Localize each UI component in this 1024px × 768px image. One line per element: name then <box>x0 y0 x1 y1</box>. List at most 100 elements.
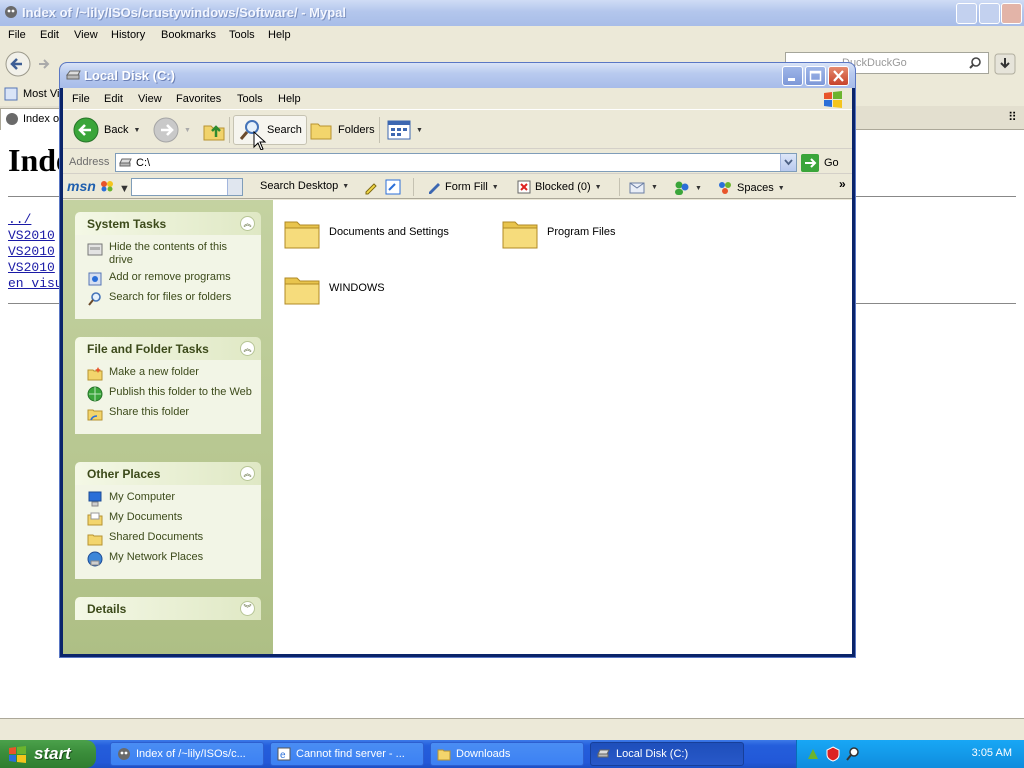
collapse-chevron-up-icon[interactable]: ︽ <box>240 466 255 481</box>
menu-view[interactable]: View <box>138 93 162 105</box>
forward-button[interactable]: ▼ <box>149 115 195 145</box>
taskbar-button-downloads[interactable]: Downloads <box>430 742 584 766</box>
bookmark-most-visited[interactable]: Most Vis <box>23 88 65 100</box>
place-my-documents[interactable]: My Documents <box>87 511 253 527</box>
task-make-new-folder[interactable]: Make a new folder <box>87 366 253 382</box>
collapse-chevron-up-icon[interactable]: ︽ <box>240 341 255 356</box>
internet-explorer-icon: e <box>277 747 291 761</box>
blocked-dropdown-icon[interactable]: ▼ <box>595 184 602 191</box>
explorer-minimize-button[interactable] <box>782 66 803 86</box>
browser-minimize-button[interactable] <box>956 3 977 24</box>
security-tray-icon[interactable] <box>825 746 841 762</box>
browser-close-button[interactable] <box>1001 3 1022 24</box>
browser-menu-help[interactable]: Help <box>268 29 291 41</box>
explorer-toolbar: Back ▼ ▼ Search Folders ▼ <box>63 111 852 151</box>
browser-titlebar[interactable]: Index of /~lily/ISOs/crustywindows/Softw… <box>0 0 1024 26</box>
browser-menu-history[interactable]: History <box>111 29 145 41</box>
browser-menu-view[interactable]: View <box>74 29 98 41</box>
menu-file[interactable]: File <box>72 93 90 105</box>
forward-dropdown-icon[interactable]: ▼ <box>184 127 191 134</box>
views-button[interactable]: ▼ <box>383 115 427 145</box>
panel-header[interactable]: System Tasks ︽ <box>75 212 261 235</box>
browser-maximize-button[interactable] <box>979 3 1000 24</box>
panel-header[interactable]: Other Places ︽ <box>75 462 261 485</box>
views-dropdown-icon[interactable]: ▼ <box>416 127 423 134</box>
task-hide-drive-contents[interactable]: Hide the contents of this drive <box>87 241 253 267</box>
folder-item[interactable]: Program Files <box>501 214 615 250</box>
browser-back-icon[interactable] <box>4 50 32 78</box>
place-shared-documents[interactable]: Shared Documents <box>87 531 253 547</box>
messenger-button[interactable]: ▼ <box>673 180 702 196</box>
task-add-remove-programs[interactable]: Add or remove programs <box>87 271 253 287</box>
explorer-close-button[interactable] <box>828 66 849 86</box>
back-dropdown-icon[interactable]: ▼ <box>133 127 140 134</box>
panel-header[interactable]: Details ︾ <box>75 597 261 620</box>
mail-dropdown-icon[interactable]: ▼ <box>651 184 658 191</box>
msn-search-input[interactable] <box>131 178 243 196</box>
browser-downloads-icon[interactable] <box>994 53 1016 75</box>
panel-header[interactable]: File and Folder Tasks ︽ <box>75 337 261 360</box>
place-label: My Documents <box>109 511 183 523</box>
tab-list-icon[interactable]: ⠿ <box>1008 110 1017 124</box>
highlight-icon[interactable] <box>363 179 379 195</box>
search-desktop-button[interactable]: Search Desktop ▼ <box>260 180 349 192</box>
task-share-folder[interactable]: Share this folder <box>87 406 253 422</box>
address-input[interactable]: C:\ <box>115 153 797 172</box>
folder-icon <box>284 221 320 249</box>
form-fill-dropdown-icon[interactable]: ▼ <box>492 184 499 191</box>
back-button[interactable]: Back ▼ <box>69 115 144 145</box>
clock[interactable]: 3:05 AM <box>972 747 1012 759</box>
menu-favorites[interactable]: Favorites <box>176 93 221 105</box>
folder-item[interactable]: WINDOWS <box>283 270 385 306</box>
collapse-chevron-up-icon[interactable]: ︽ <box>240 216 255 231</box>
go-button[interactable]: Go <box>801 153 839 172</box>
toolbar-separator <box>379 117 380 143</box>
place-my-network-places[interactable]: My Network Places <box>87 551 253 567</box>
search-tray-icon[interactable] <box>845 746 861 762</box>
place-my-computer[interactable]: My Computer <box>87 491 253 507</box>
mail-button[interactable]: ▼ <box>629 180 658 194</box>
expand-chevron-down-icon[interactable]: ︾ <box>240 601 255 616</box>
explorer-titlebar[interactable]: Local Disk (C:) <box>60 63 855 88</box>
dir-link[interactable]: en_visu <box>8 276 63 291</box>
browser-menu-tools[interactable]: Tools <box>229 29 255 41</box>
browser-menu-edit[interactable]: Edit <box>40 29 59 41</box>
folder-item[interactable]: Documents and Settings <box>283 214 449 250</box>
taskbar-button-local-disk[interactable]: Local Disk (C:) <box>590 742 744 766</box>
msn-logo[interactable]: msn <box>67 178 114 194</box>
up-folder-button[interactable] <box>197 115 231 145</box>
search-button[interactable]: Search <box>233 115 307 145</box>
browser-forward-icon[interactable] <box>36 56 52 72</box>
browser-tab[interactable]: Index o <box>0 108 64 130</box>
browser-menu-bookmarks[interactable]: Bookmarks <box>161 29 216 41</box>
menu-help[interactable]: Help <box>278 93 301 105</box>
task-publish-to-web[interactable]: Publish this folder to the Web <box>87 386 253 402</box>
task-search-files[interactable]: Search for files or folders <box>87 291 253 307</box>
spaces-button[interactable]: Spaces ▼ <box>717 180 785 196</box>
msn-dropdown-icon[interactable]: ▼ <box>119 183 130 195</box>
address-dropdown-button[interactable] <box>780 154 796 171</box>
edit-note-icon[interactable] <box>385 179 401 195</box>
drive-icon <box>66 70 81 80</box>
form-fill-button[interactable]: Form Fill ▼ <box>427 180 499 194</box>
search-desktop-dropdown-icon[interactable]: ▼ <box>342 183 349 190</box>
start-button[interactable]: start <box>0 740 96 768</box>
msn-search-dropdown[interactable] <box>227 179 242 195</box>
dir-link[interactable]: VS2010 <box>8 260 55 275</box>
dir-link[interactable]: VS2010 <box>8 228 55 243</box>
taskbar-button-ie[interactable]: e Cannot find server - ... <box>270 742 424 766</box>
dir-link-parent[interactable]: ../ <box>8 212 31 227</box>
browser-menu-file[interactable]: File <box>8 29 26 41</box>
folders-button[interactable]: Folders <box>305 115 379 145</box>
spaces-dropdown-icon[interactable]: ▼ <box>778 185 785 192</box>
explorer-maximize-button[interactable] <box>805 66 826 86</box>
menu-tools[interactable]: Tools <box>237 93 263 105</box>
network-tray-icon[interactable] <box>805 746 821 762</box>
menu-edit[interactable]: Edit <box>104 93 123 105</box>
browser-search-icon[interactable] <box>968 56 982 70</box>
messenger-dropdown-icon[interactable]: ▼ <box>695 185 702 192</box>
taskbar-button-browser[interactable]: Index of /~lily/ISOs/c... <box>110 742 264 766</box>
dir-link[interactable]: VS2010 <box>8 244 55 259</box>
toolbar-overflow-chevron-icon[interactable]: » <box>839 177 846 191</box>
popup-blocker-button[interactable]: Blocked (0) ▼ <box>517 180 602 194</box>
